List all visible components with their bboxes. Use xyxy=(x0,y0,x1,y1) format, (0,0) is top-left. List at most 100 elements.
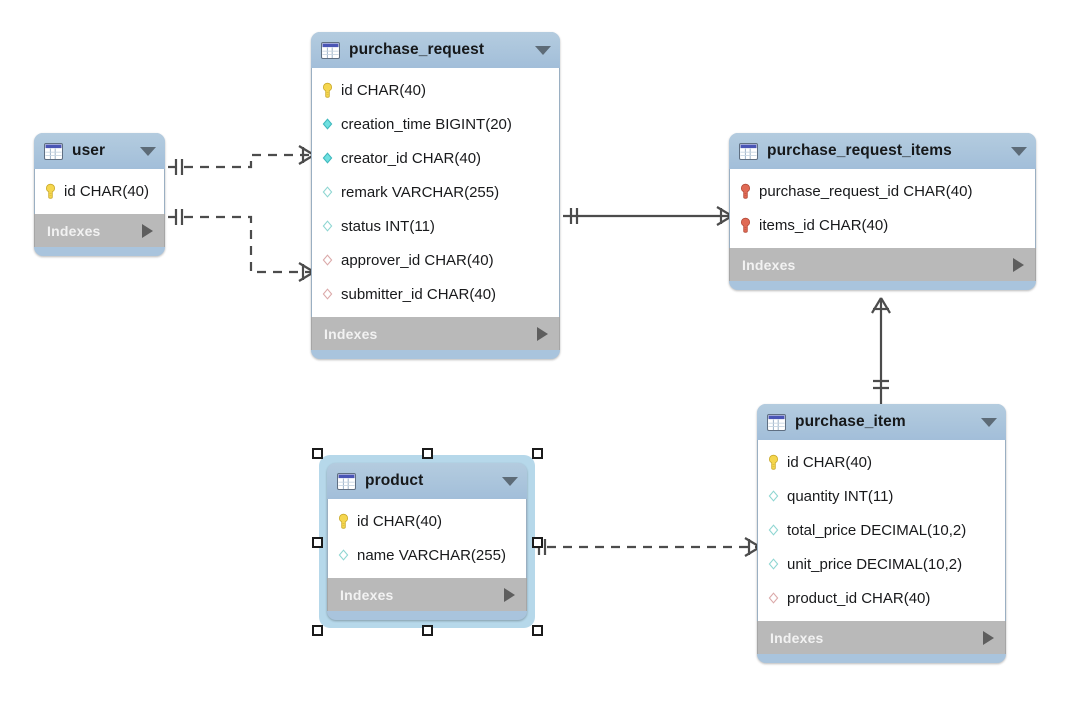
column-nullable-icon xyxy=(767,488,780,504)
column-nullable-icon xyxy=(321,184,334,200)
field-label: name VARCHAR(255) xyxy=(357,546,506,564)
column-nullable-icon xyxy=(767,556,780,572)
table-icon xyxy=(321,41,340,59)
primary-key-icon xyxy=(321,82,334,98)
field-label: purchase_request_id CHAR(40) xyxy=(759,182,973,200)
field-row[interactable]: name VARCHAR(255) xyxy=(328,538,526,572)
chevron-right-icon[interactable] xyxy=(537,326,548,341)
field-label: approver_id CHAR(40) xyxy=(341,251,494,269)
primary-key-icon xyxy=(767,454,780,470)
field-row[interactable]: id CHAR(40) xyxy=(312,73,559,107)
field-row[interactable]: product_id CHAR(40) xyxy=(758,581,1005,615)
link-product-to-purchase-item xyxy=(531,537,761,557)
table-fields-product: id CHAR(40) name VARCHAR(255) xyxy=(327,499,527,578)
table-title: purchase_request xyxy=(349,41,485,58)
foreign-primary-key-icon xyxy=(739,183,752,199)
column-notnull-icon xyxy=(321,150,334,166)
indexes-label: Indexes xyxy=(340,586,394,603)
field-row[interactable]: items_id CHAR(40) xyxy=(730,208,1035,242)
resize-handle-5[interactable] xyxy=(312,625,323,636)
resize-handle-6[interactable] xyxy=(422,625,433,636)
table-header-user[interactable]: user xyxy=(34,133,165,169)
field-row[interactable]: id CHAR(40) xyxy=(35,174,164,208)
table-header-purchase_request[interactable]: purchase_request xyxy=(311,32,560,68)
table-title: product xyxy=(365,472,424,489)
resize-handle-0[interactable] xyxy=(312,448,323,459)
foreign-key-icon xyxy=(321,286,334,302)
chevron-down-icon[interactable] xyxy=(1011,146,1027,156)
indexes-label: Indexes xyxy=(324,325,378,342)
field-row[interactable]: purchase_request_id CHAR(40) xyxy=(730,174,1035,208)
indexes-row-product[interactable]: Indexes xyxy=(327,578,527,611)
table-fields-purchase_item: id CHAR(40) quantity INT(11) total_price D… xyxy=(757,440,1006,621)
link-request-items-to-item xyxy=(871,297,891,404)
table-title: purchase_request_items xyxy=(767,142,952,159)
table-fields-user: id CHAR(40) xyxy=(34,169,165,214)
field-row[interactable]: approver_id CHAR(40) xyxy=(312,243,559,277)
chevron-right-icon[interactable] xyxy=(983,630,994,645)
field-row[interactable]: id CHAR(40) xyxy=(758,445,1005,479)
er-diagram-canvas[interactable]: user id CHAR(40) Indexes purchase_request id… xyxy=(0,0,1080,706)
chevron-right-icon[interactable] xyxy=(142,223,153,238)
table-product[interactable]: product id CHAR(40) name VARCHAR(255) Index… xyxy=(327,463,527,620)
field-label: submitter_id CHAR(40) xyxy=(341,285,497,303)
column-nullable-icon xyxy=(337,547,350,563)
link-user-approver xyxy=(168,209,315,282)
indexes-label: Indexes xyxy=(742,256,796,273)
chevron-right-icon[interactable] xyxy=(504,587,515,602)
resize-handle-7[interactable] xyxy=(532,625,543,636)
field-row[interactable]: creation_time BIGINT(20) xyxy=(312,107,559,141)
indexes-label: Indexes xyxy=(47,222,101,239)
link-user-creator xyxy=(168,145,315,175)
table-fields-purchase_request: id CHAR(40) creation_time BIGINT(20) creat… xyxy=(311,68,560,317)
chevron-down-icon[interactable] xyxy=(502,476,518,486)
foreign-key-icon xyxy=(321,252,334,268)
field-label: id CHAR(40) xyxy=(64,182,150,200)
field-row[interactable]: submitter_id CHAR(40) xyxy=(312,277,559,311)
field-row[interactable]: creator_id CHAR(40) xyxy=(312,141,559,175)
table-icon xyxy=(44,142,63,160)
indexes-row-purchase_request_items[interactable]: Indexes xyxy=(729,248,1036,281)
resize-handle-4[interactable] xyxy=(532,536,543,548)
resize-handle-1[interactable] xyxy=(422,448,433,459)
field-row[interactable]: status INT(11) xyxy=(312,209,559,243)
foreign-key-icon xyxy=(767,590,780,606)
table-user[interactable]: user id CHAR(40) Indexes xyxy=(34,133,165,256)
table-purchase_request[interactable]: purchase_requestid CHAR(40) creation_time… xyxy=(311,32,560,359)
field-label: total_price DECIMAL(10,2) xyxy=(787,521,967,539)
field-label: id CHAR(40) xyxy=(341,81,427,99)
table-header-purchase_request_items[interactable]: purchase_request_items xyxy=(729,133,1036,169)
indexes-row-purchase_request[interactable]: Indexes xyxy=(311,317,560,350)
field-label: creator_id CHAR(40) xyxy=(341,149,482,167)
field-row[interactable]: remark VARCHAR(255) xyxy=(312,175,559,209)
table-header-product[interactable]: product xyxy=(327,463,527,499)
field-label: unit_price DECIMAL(10,2) xyxy=(787,555,963,573)
indexes-row-purchase_item[interactable]: Indexes xyxy=(757,621,1006,654)
chevron-right-icon[interactable] xyxy=(1013,257,1024,272)
table-icon xyxy=(739,142,758,160)
primary-key-icon xyxy=(44,183,57,199)
field-row[interactable]: quantity INT(11) xyxy=(758,479,1005,513)
field-row[interactable]: id CHAR(40) xyxy=(328,504,526,538)
chevron-down-icon[interactable] xyxy=(981,417,997,427)
field-label: status INT(11) xyxy=(341,217,435,235)
table-icon xyxy=(337,472,356,490)
table-fields-purchase_request_items: purchase_request_id CHAR(40) items_id CHA… xyxy=(729,169,1036,248)
chevron-down-icon[interactable] xyxy=(535,45,551,55)
resize-handle-3[interactable] xyxy=(312,536,323,548)
field-row[interactable]: unit_price DECIMAL(10,2) xyxy=(758,547,1005,581)
column-nullable-icon xyxy=(767,522,780,538)
field-row[interactable]: total_price DECIMAL(10,2) xyxy=(758,513,1005,547)
table-purchase_request_items[interactable]: purchase_request_items purchase_request_i… xyxy=(729,133,1036,290)
field-label: id CHAR(40) xyxy=(787,453,873,471)
chevron-down-icon[interactable] xyxy=(140,146,156,156)
field-label: id CHAR(40) xyxy=(357,512,443,530)
table-purchase_item[interactable]: purchase_itemid CHAR(40) quantity INT(11)… xyxy=(757,404,1006,663)
resize-handle-2[interactable] xyxy=(532,448,543,459)
table-header-purchase_item[interactable]: purchase_item xyxy=(757,404,1006,440)
indexes-row-user[interactable]: Indexes xyxy=(34,214,165,247)
field-label: quantity INT(11) xyxy=(787,487,894,505)
field-label: remark VARCHAR(255) xyxy=(341,183,500,201)
field-label: product_id CHAR(40) xyxy=(787,589,931,607)
field-label: items_id CHAR(40) xyxy=(759,216,889,234)
